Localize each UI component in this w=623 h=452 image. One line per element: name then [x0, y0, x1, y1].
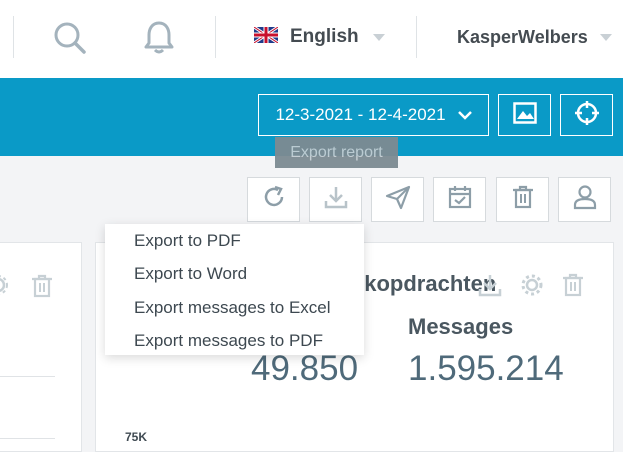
refresh-button[interactable]	[247, 177, 300, 222]
user-icon	[572, 184, 598, 215]
trash-icon[interactable]	[30, 273, 54, 299]
divider	[13, 16, 14, 58]
language-label: English	[290, 26, 359, 47]
target-button[interactable]	[560, 94, 613, 136]
delete-button[interactable]	[496, 177, 549, 222]
user-menu[interactable]: KasperWelbers	[457, 24, 612, 50]
send-button[interactable]	[371, 177, 424, 222]
divider	[215, 16, 216, 58]
chevron-down-icon	[457, 105, 472, 125]
send-icon	[385, 184, 411, 215]
user-button[interactable]	[558, 177, 611, 222]
language-selector[interactable]: English	[253, 24, 385, 50]
metric-label: Messages	[408, 314, 514, 339]
gear-icon[interactable]	[0, 273, 14, 297]
trash-icon	[511, 184, 535, 215]
divider	[416, 16, 417, 58]
chevron-down-icon	[599, 33, 612, 41]
date-range-label: 12-3-2021 - 12-4-2021	[275, 105, 446, 124]
widget-title: ekopdrachten	[352, 271, 497, 296]
gear-icon[interactable]	[519, 272, 545, 298]
date-range-picker[interactable]: 12-3-2021 - 12-4-2021	[258, 94, 489, 136]
metric-value: 1.595.214	[408, 349, 564, 388]
image-icon	[512, 101, 537, 129]
bell-icon[interactable]	[141, 19, 177, 55]
search-icon[interactable]	[52, 20, 88, 56]
calendar-check-icon	[447, 184, 473, 215]
username: KasperWelbers	[457, 26, 588, 47]
refresh-icon	[261, 184, 287, 215]
schedule-button[interactable]	[433, 177, 486, 222]
menu-item-export-pdf[interactable]: Export to PDF	[134, 231, 241, 251]
chevron-down-icon	[372, 33, 385, 41]
download-icon[interactable]	[478, 272, 502, 298]
export-report-tooltip: Export report	[275, 137, 398, 168]
axis-tick-label: 75K	[125, 430, 148, 444]
menu-item-export-messages-pdf[interactable]: Export messages to PDF	[134, 331, 323, 351]
trash-icon[interactable]	[561, 272, 585, 298]
divider	[0, 376, 55, 377]
download-icon	[323, 184, 349, 215]
export-menu: Export to PDF Export to Word Export mess…	[105, 224, 364, 355]
menu-item-export-messages-excel[interactable]: Export messages to Excel	[134, 298, 331, 318]
menu-item-export-word[interactable]: Export to Word	[134, 264, 247, 284]
uk-flag-icon	[253, 25, 279, 48]
divider	[0, 438, 55, 439]
image-export-button[interactable]	[498, 94, 551, 136]
metric-value: 49.850	[251, 349, 359, 388]
crosshair-icon	[574, 100, 600, 131]
download-button[interactable]	[309, 177, 362, 222]
